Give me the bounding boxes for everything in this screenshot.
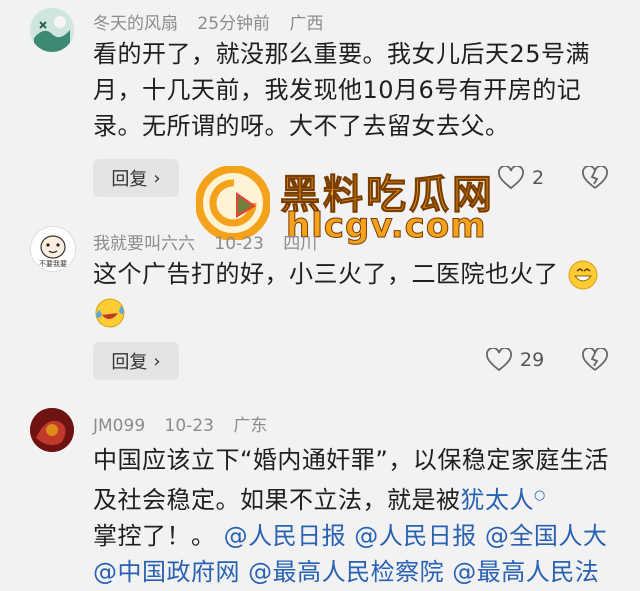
comment-line: 月，十几天前，我发现他10月6号有开房的记 (93, 76, 582, 104)
like-button[interactable]: 29 (486, 348, 544, 372)
heart-icon (486, 348, 512, 372)
avatar[interactable] (30, 8, 74, 52)
location: 四川 (283, 234, 318, 254)
comment-line: 掌控了！。 @人民日报 @人民日报 @全国人大 (93, 518, 633, 554)
reply-button[interactable]: 回复 › (93, 342, 179, 380)
reply-label: 回复 (111, 352, 148, 373)
comment-line: @中国政府网 @最高人民检察院 @最高人民法 (93, 554, 633, 590)
timestamp: 25分钟前 (197, 14, 271, 34)
like-count: 29 (520, 349, 545, 371)
reply-button[interactable]: 回复 › (93, 159, 179, 197)
mention-link[interactable]: @最高人民检察院 (248, 558, 444, 586)
avatar[interactable] (30, 408, 74, 452)
username[interactable]: 冬天的风扇 (93, 14, 178, 34)
timestamp: 10-23 (164, 416, 214, 436)
mention-link[interactable]: @全国人大 (485, 522, 608, 550)
dislike-button[interactable] (582, 165, 608, 194)
comment-line: 这个广告打的好，小三火了，二医院也火了 (93, 256, 618, 292)
reply-label: 回复 (111, 169, 148, 190)
timestamp: 10-23 (214, 234, 264, 254)
comment-line: 中国应该立下“婚内通奸罪”，以保稳定家庭生活 (93, 446, 609, 474)
comment-line: 录。无所谓的呀。大不了去留女去父。 (93, 112, 510, 140)
username[interactable]: 我就要叫六六 (93, 234, 195, 254)
grinning-emoji-icon (568, 260, 598, 290)
chevron-right-icon: › (153, 350, 161, 372)
location: 广东 (233, 416, 268, 436)
avatar-caption: 不要我要 (39, 260, 67, 268)
broken-heart-icon (582, 165, 608, 189)
mention-link[interactable]: @人民日报 (354, 522, 477, 550)
comment-text: 这个广告打的好，小三火了，二医院也火了 (93, 256, 618, 332)
mention-link[interactable]: @最高人民法 (452, 558, 599, 586)
like-button[interactable]: 2 (498, 166, 544, 190)
comment-meta: 冬天的风扇 25分钟前 广西 (93, 9, 337, 34)
comment-text: 看的开了，就没那么重要。我女儿后天25号满 月，十几天前，我发现他10月6号有开… (93, 36, 618, 144)
comment-meta: JM099 10-23 广东 (93, 411, 281, 436)
search-link[interactable]: 犹太人 (461, 486, 535, 514)
comment-meta: 我就要叫六六 10-23 四川 (93, 229, 331, 254)
location: 广西 (289, 14, 324, 34)
comment-line-text: 这个广告打的好，小三火了，二医院也火了 (93, 260, 559, 288)
like-count: 2 (532, 167, 545, 189)
comment-line: 及社会稳定。如果不立法，就是被犹太人○ (93, 478, 633, 518)
comment-line (93, 292, 618, 332)
comment-line-text: 及社会稳定。如果不立法，就是被 (93, 486, 461, 514)
comment-line: 看的开了，就没那么重要。我女儿后天25号满 (93, 40, 591, 68)
mention-link[interactable]: @人民日报 (224, 522, 347, 550)
comment-line-text: 掌控了！。 (93, 522, 216, 550)
search-icon[interactable]: ○ (534, 488, 546, 503)
username[interactable]: JM099 (93, 416, 145, 436)
laughing-tears-emoji-icon (95, 298, 125, 328)
heart-icon (498, 166, 524, 190)
mention-link[interactable]: @中国政府网 (93, 558, 240, 586)
comment-text: 中国应该立下“婚内通奸罪”，以保稳定家庭生活 及社会稳定。如果不立法，就是被犹太… (93, 442, 633, 590)
broken-heart-icon (582, 347, 608, 371)
dislike-button[interactable] (582, 347, 608, 376)
chevron-right-icon: › (153, 167, 161, 189)
avatar[interactable]: 不要我要 (30, 226, 76, 272)
